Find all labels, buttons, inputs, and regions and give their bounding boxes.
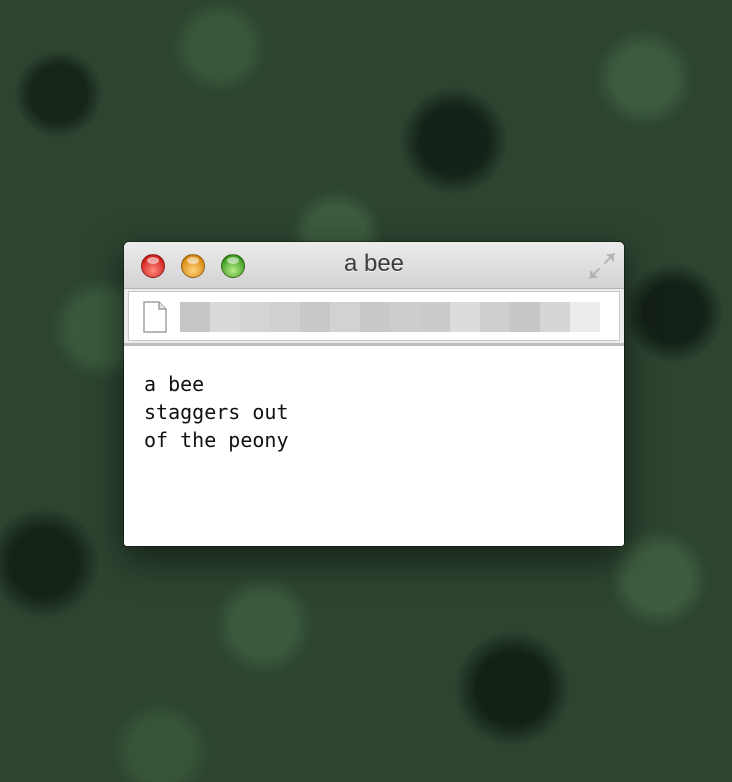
fullscreen-arrows-icon[interactable]	[587, 251, 617, 281]
text-content-area[interactable]: a bee staggers out of the peony	[124, 346, 624, 546]
document-icon	[143, 301, 167, 333]
poem-line: a bee	[144, 372, 205, 396]
poem-text: a bee staggers out of the peony	[144, 370, 289, 454]
path-field[interactable]	[128, 291, 620, 341]
title-bar[interactable]: a bee	[124, 242, 624, 289]
toolbar	[124, 289, 624, 346]
text-window[interactable]: a bee a bee staggers out of the peony	[124, 242, 624, 546]
poem-line: staggers out	[144, 400, 289, 424]
redacted-file-path	[180, 302, 600, 332]
window-title: a bee	[343, 250, 405, 277]
poem-line: of the peony	[144, 428, 289, 452]
